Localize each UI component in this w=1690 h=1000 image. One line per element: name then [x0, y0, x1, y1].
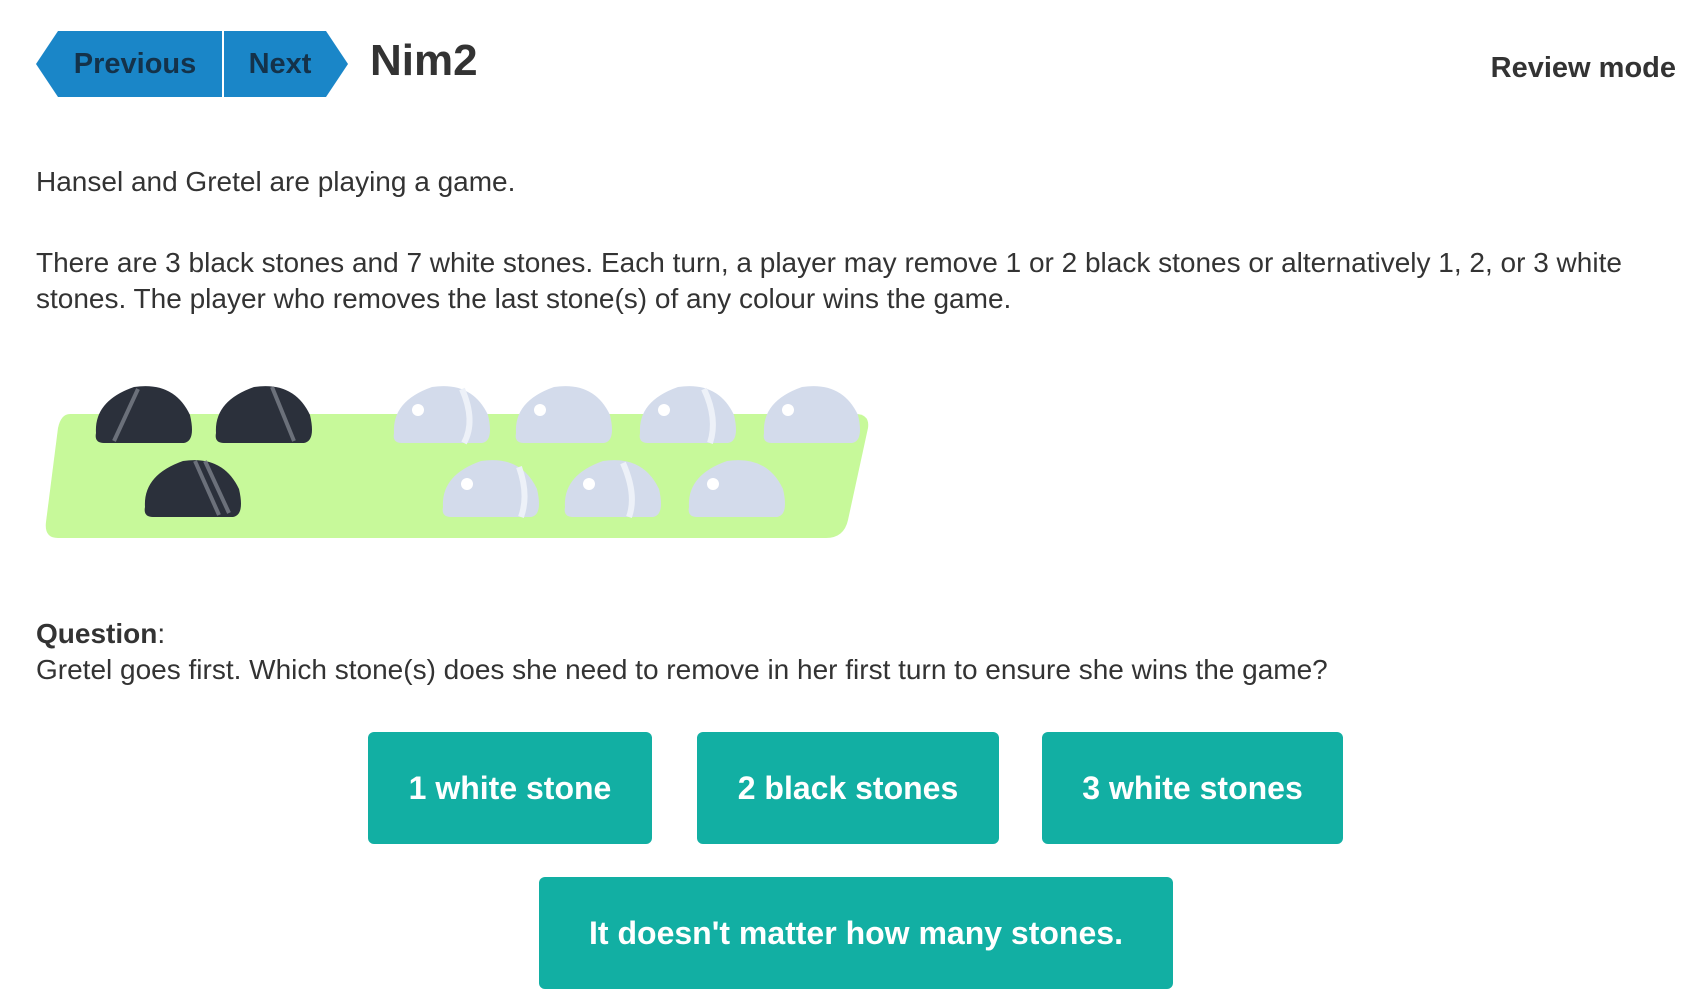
- question-label-text: Question: [36, 618, 158, 649]
- task-page: Previous Next Nim2 Review mode Hansel an…: [0, 0, 1690, 1000]
- white-stone: [763, 386, 860, 443]
- task-title: Nim2: [370, 36, 478, 85]
- question-label: Question:: [36, 618, 165, 650]
- white-stone: [639, 386, 736, 444]
- rules-text: There are 3 black stones and 7 white sto…: [36, 247, 1622, 314]
- question-label-colon: :: [157, 618, 166, 649]
- answer-button-3-white-stones[interactable]: 3 white stones: [1042, 732, 1343, 844]
- question-text: Gretel goes first. Which stone(s) does s…: [36, 654, 1328, 685]
- previous-button[interactable]: Previous: [36, 31, 222, 97]
- review-mode-label: Review mode: [1490, 52, 1676, 84]
- next-button[interactable]: Next: [224, 31, 348, 97]
- white-stone: [515, 386, 612, 443]
- answer-button-doesnt-matter[interactable]: It doesn't matter how many stones.: [539, 877, 1173, 989]
- stones-illustration: [45, 386, 869, 538]
- white-stone: [393, 386, 490, 445]
- black-stone: [95, 386, 192, 443]
- intro-text: Hansel and Gretel are playing a game.: [36, 166, 516, 197]
- answer-button-1-white-stone[interactable]: 1 white stone: [368, 732, 652, 844]
- answer-button-2-black-stones[interactable]: 2 black stones: [697, 732, 999, 844]
- black-stone: [215, 386, 312, 443]
